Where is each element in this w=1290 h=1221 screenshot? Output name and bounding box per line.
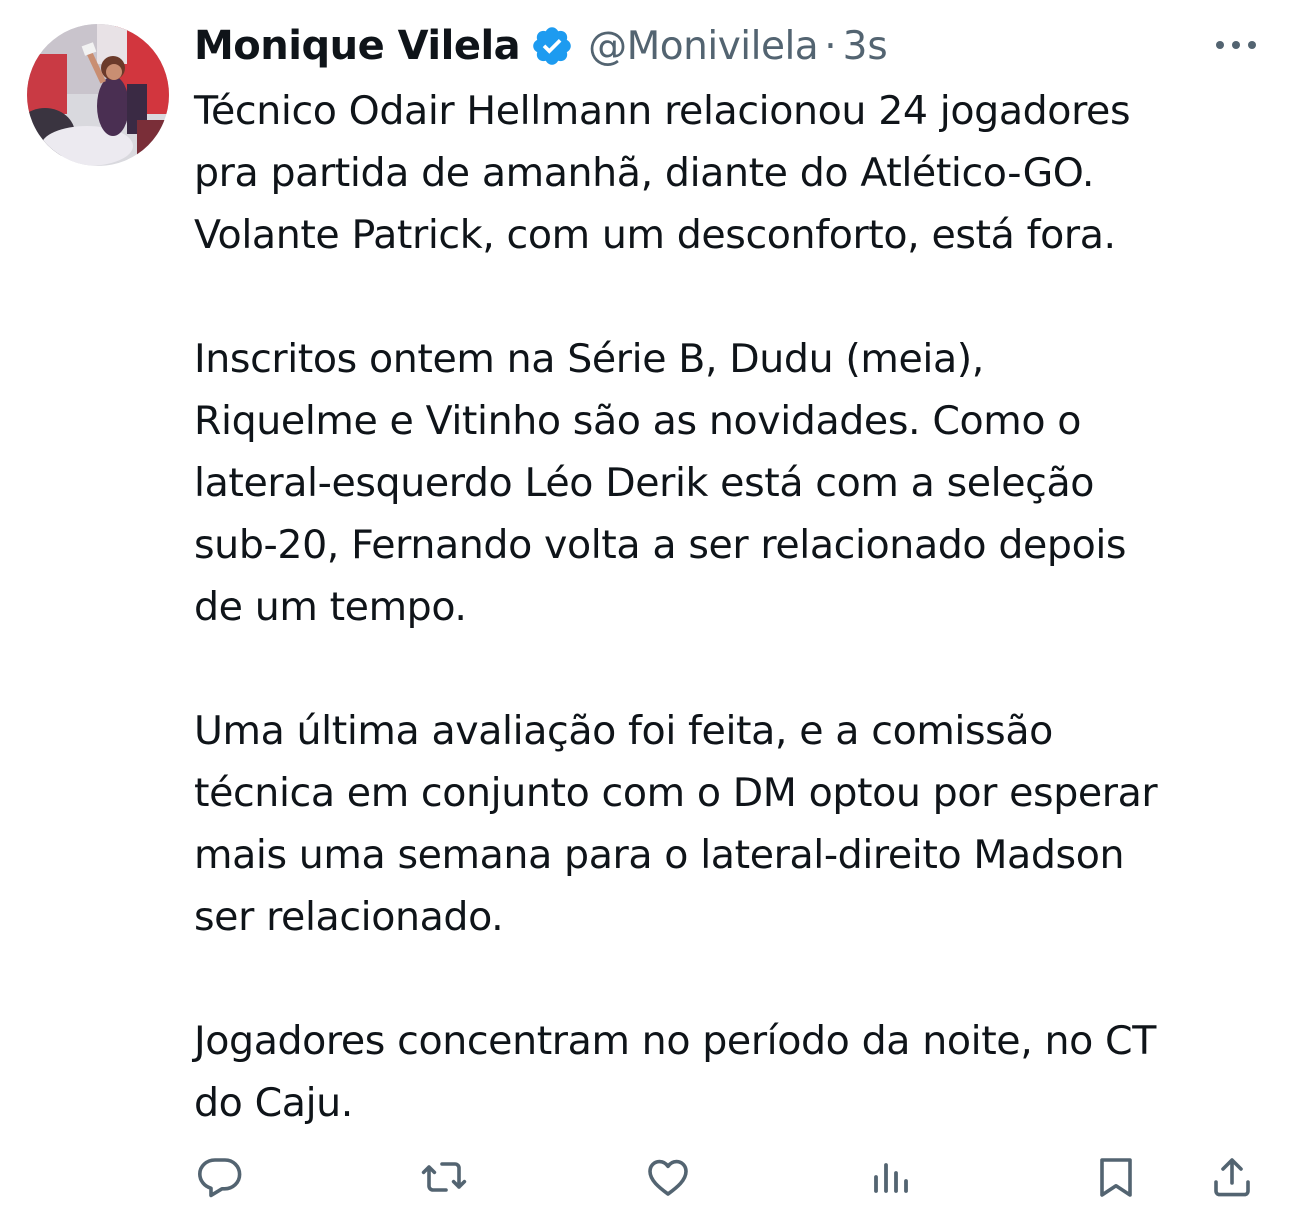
text-line: mais uma semana para o lateral-direito M… bbox=[194, 832, 1125, 878]
tweet-paragraph: Jogadores concentram no período da noite… bbox=[194, 1010, 1274, 1134]
timestamp[interactable]: 3s bbox=[843, 24, 888, 69]
views-icon[interactable] bbox=[866, 1152, 918, 1202]
text-line: ser relacionado. bbox=[194, 894, 504, 940]
text-line: Inscritos ontem na Série B, Dudu (meia), bbox=[194, 336, 984, 382]
text-line: Uma última avaliação foi feita, e a comi… bbox=[194, 708, 1053, 754]
more-options-icon[interactable] bbox=[1212, 30, 1260, 60]
bookmark-icon[interactable] bbox=[1090, 1152, 1142, 1202]
tweet[interactable]: Monique Vilela @Monivilela · 3s Técnico … bbox=[0, 0, 1290, 1221]
text-line: do Caju. bbox=[194, 1080, 353, 1126]
tweet-paragraph: Inscritos ontem na Série B, Dudu (meia),… bbox=[194, 328, 1274, 638]
user-handle[interactable]: @Monivilela bbox=[588, 24, 819, 69]
text-line: de um tempo. bbox=[194, 584, 467, 630]
action-bar bbox=[0, 1152, 1290, 1202]
text-line: Volante Patrick, com um desconforto, est… bbox=[194, 212, 1116, 258]
text-line: lateral-esquerdo Léo Derik está com a se… bbox=[194, 460, 1095, 506]
reply-icon[interactable] bbox=[194, 1152, 246, 1202]
like-icon[interactable] bbox=[642, 1152, 694, 1202]
profile-photo-icon bbox=[27, 24, 169, 166]
display-name[interactable]: Monique Vilela bbox=[194, 23, 521, 69]
text-line: sub-20, Fernando volta a ser relacionado… bbox=[194, 522, 1127, 568]
verified-badge-icon[interactable] bbox=[530, 24, 574, 68]
share-icon[interactable] bbox=[1206, 1152, 1258, 1202]
tweet-paragraph: Uma última avaliação foi feita, e a comi… bbox=[194, 700, 1274, 948]
text-line: técnica em conjunto com o DM optou por e… bbox=[194, 770, 1158, 816]
avatar[interactable] bbox=[27, 24, 169, 166]
text-line: Riquelme e Vitinho são as novidades. Com… bbox=[194, 398, 1082, 444]
separator-dot: · bbox=[824, 23, 837, 69]
text-line: Técnico Odair Hellmann relacionou 24 jog… bbox=[194, 88, 1131, 134]
text-line: pra partida de amanhã, diante do Atlétic… bbox=[194, 150, 1095, 196]
retweet-icon[interactable] bbox=[418, 1152, 470, 1202]
tweet-header: Monique Vilela @Monivilela · 3s bbox=[194, 18, 888, 74]
tweet-text: Técnico Odair Hellmann relacionou 24 jog… bbox=[194, 80, 1274, 1134]
tweet-paragraph: Técnico Odair Hellmann relacionou 24 jog… bbox=[194, 80, 1274, 266]
text-line: Jogadores concentram no período da noite… bbox=[194, 1018, 1156, 1064]
